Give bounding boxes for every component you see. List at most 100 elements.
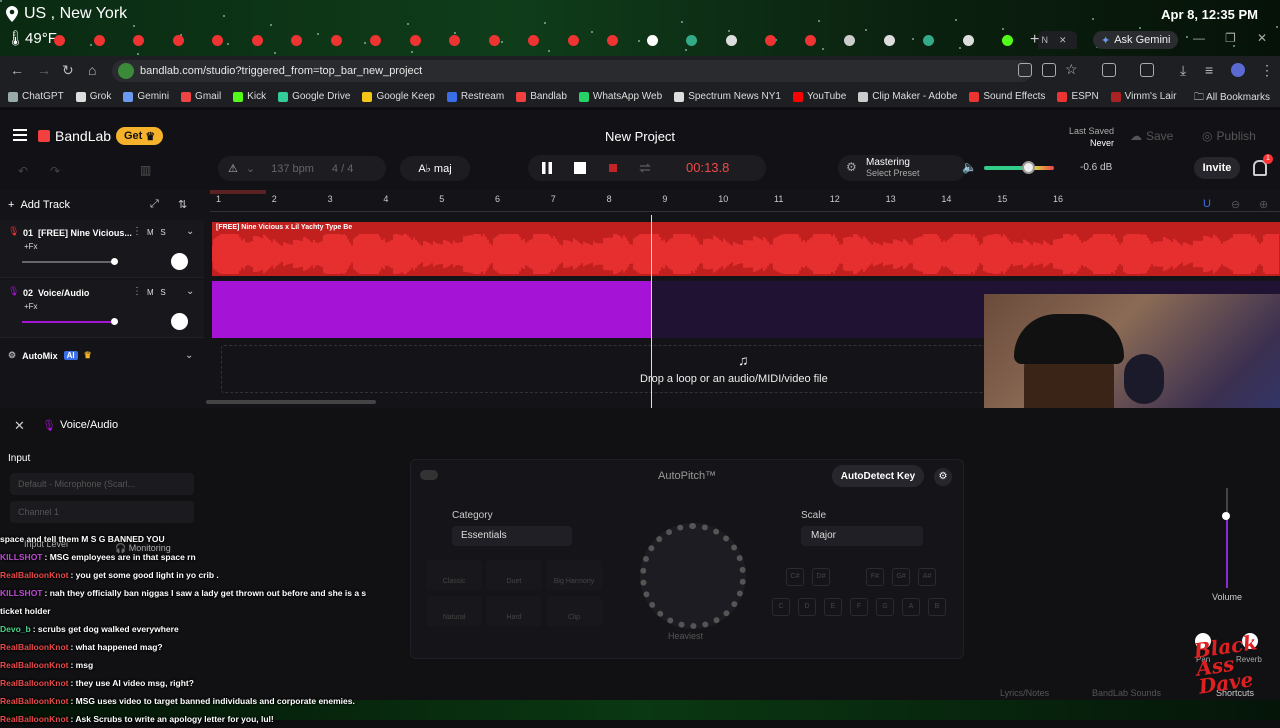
bookmark-item[interactable]: Sound Effects (969, 91, 1045, 102)
timeline-ruler[interactable]: 1 2 3 4 5 6 7 8 9 10 11 12 13 14 15 16 (210, 190, 1280, 212)
track-pan-knob[interactable] (171, 253, 188, 270)
key-button[interactable]: G (876, 598, 894, 616)
zoom-out-icon[interactable]: ⊖ (1231, 198, 1240, 211)
solo-button[interactable]: S (160, 228, 165, 237)
loop-icon[interactable] (638, 161, 652, 175)
undo-icon[interactable]: ↶ (18, 161, 28, 181)
browser-tab[interactable] (840, 31, 880, 49)
new-tab-button[interactable]: + (1030, 31, 1039, 49)
horizontal-scrollbar[interactable] (206, 400, 376, 404)
bookmark-item[interactable]: Gemini (123, 91, 169, 102)
reload-icon[interactable]: ↻ (62, 62, 74, 79)
preset-button[interactable]: Duet (486, 560, 542, 590)
browser-tab[interactable] (959, 31, 999, 49)
scale-select[interactable]: Major (801, 526, 923, 546)
chevron-down-icon[interactable]: ⌄ (246, 162, 255, 175)
key-button[interactable]: G# (892, 568, 910, 586)
chevron-down-icon[interactable]: ⌄ (185, 350, 193, 361)
bookmark-item[interactable]: YouTube (793, 91, 846, 102)
bookmark-item[interactable]: Bandlab (516, 91, 567, 102)
mastering-button[interactable]: ⚙ Mastering Select Preset (838, 155, 966, 181)
bookmark-item[interactable]: Gmail (181, 91, 221, 102)
redo-icon[interactable]: ↷ (50, 161, 60, 181)
bookmark-item[interactable]: Vimm's Lair (1110, 91, 1176, 102)
media-icon[interactable]: ≡ (1205, 62, 1213, 78)
key-button[interactable]: D (798, 598, 816, 616)
preset-button[interactable]: Big Harmony (546, 560, 602, 590)
pause-icon[interactable] (540, 161, 554, 175)
mute-button[interactable]: M (147, 288, 154, 297)
track-options-icon[interactable]: ⋮ (132, 286, 142, 297)
browser-tab[interactable] (880, 31, 920, 49)
lyrics-notes-link[interactable]: Lyrics/Notes (1000, 688, 1049, 698)
preset-button[interactable]: Hard (486, 596, 542, 626)
browser-tab[interactable] (248, 31, 288, 49)
cast-icon[interactable] (1042, 63, 1056, 77)
metronome-icon[interactable]: ⚠ (228, 162, 238, 175)
solo-button[interactable]: S (160, 288, 165, 297)
bookmark-item[interactable]: Kick (233, 91, 266, 102)
save-button[interactable]: ☁ Save (1130, 126, 1173, 146)
track-pan-knob[interactable] (171, 313, 188, 330)
all-bookmarks-button[interactable]: 🗀 All Bookmarks (1194, 90, 1270, 107)
split-view-icon[interactable] (1140, 63, 1154, 77)
close-window-icon[interactable]: ✕ (1257, 31, 1267, 45)
key-button[interactable]: D# (812, 568, 830, 586)
browser-tab[interactable] (761, 31, 801, 49)
key-button[interactable]: F# (866, 568, 884, 586)
browser-tab[interactable] (50, 31, 90, 49)
project-title[interactable]: New Project (560, 129, 720, 144)
close-panel-icon[interactable]: ✕ (14, 418, 25, 434)
add-fx-button[interactable]: +Fx (24, 242, 38, 251)
autopitch-toggle[interactable] (420, 470, 438, 480)
bandlab-logo[interactable]: BandLab (38, 128, 111, 144)
get-membership-button[interactable]: Get ♛ (116, 127, 164, 145)
menu-kebab-icon[interactable]: ⋮ (1260, 62, 1274, 79)
playhead[interactable] (651, 215, 652, 408)
stop-icon[interactable] (573, 161, 587, 175)
track-volume-knob[interactable] (111, 318, 118, 325)
extension-icon[interactable] (1018, 63, 1032, 77)
audio-region-voice[interactable] (212, 281, 652, 338)
bookmark-item[interactable]: Google Keep (362, 91, 435, 102)
bpm-value[interactable]: 137 (271, 163, 289, 175)
bookmark-item[interactable]: ESPN (1057, 91, 1099, 102)
track-volume-slider[interactable] (22, 321, 114, 323)
master-volume-knob[interactable] (1021, 161, 1035, 174)
track-volume-knob[interactable] (111, 258, 118, 265)
key-button[interactable]: E (824, 598, 842, 616)
bookmark-item[interactable]: Spectrum News NY1 (674, 91, 781, 102)
browser-tab[interactable] (485, 31, 525, 49)
master-volume-slider[interactable] (984, 166, 1054, 170)
track-volume-slider[interactable] (22, 261, 114, 263)
volume-fader-knob[interactable] (1222, 512, 1230, 520)
automix-row[interactable]: ⚙ AutoMix AI ♛ (8, 350, 92, 361)
browser-tab[interactable] (445, 31, 485, 49)
browser-tab[interactable] (801, 31, 841, 49)
bookmark-item[interactable]: Grok (75, 91, 111, 102)
zoom-in-icon[interactable]: ⊕ (1259, 198, 1268, 211)
active-browser-tab[interactable]: N ✕ (1037, 31, 1077, 49)
bookmark-item[interactable]: Google Drive (278, 91, 350, 102)
browser-tab[interactable] (603, 31, 643, 49)
home-icon[interactable]: ⌂ (88, 62, 96, 78)
input-device-select[interactable]: Default - Microphone (Scarl... (10, 473, 194, 495)
key-button[interactable]: C (772, 598, 790, 616)
preset-button[interactable]: Natural (426, 596, 482, 626)
preset-button[interactable]: Clip (546, 596, 602, 626)
snap-magnet-icon[interactable]: U (1203, 198, 1211, 210)
key-button[interactable]: B (928, 598, 946, 616)
bookmark-item[interactable]: WhatsApp Web (578, 91, 662, 102)
browser-tab[interactable] (406, 31, 446, 49)
key-button[interactable]: A# (918, 568, 936, 586)
bookmark-item[interactable]: Clip Maker - Adobe (858, 91, 957, 102)
browser-tab[interactable] (169, 31, 209, 49)
track-header[interactable]: 🎙 01 [FREE] Nine Vicious... ⋮ +Fx M S ⌄ (0, 220, 204, 278)
channel-select[interactable]: Channel 1 (10, 501, 194, 523)
record-icon[interactable] (606, 161, 620, 175)
track-name[interactable]: 02 Voice/Audio (23, 288, 89, 298)
browser-tab[interactable] (287, 31, 327, 49)
extensions-puzzle-icon[interactable] (1102, 63, 1116, 77)
add-fx-button[interactable]: +Fx (24, 302, 38, 311)
browser-tab[interactable] (524, 31, 564, 49)
